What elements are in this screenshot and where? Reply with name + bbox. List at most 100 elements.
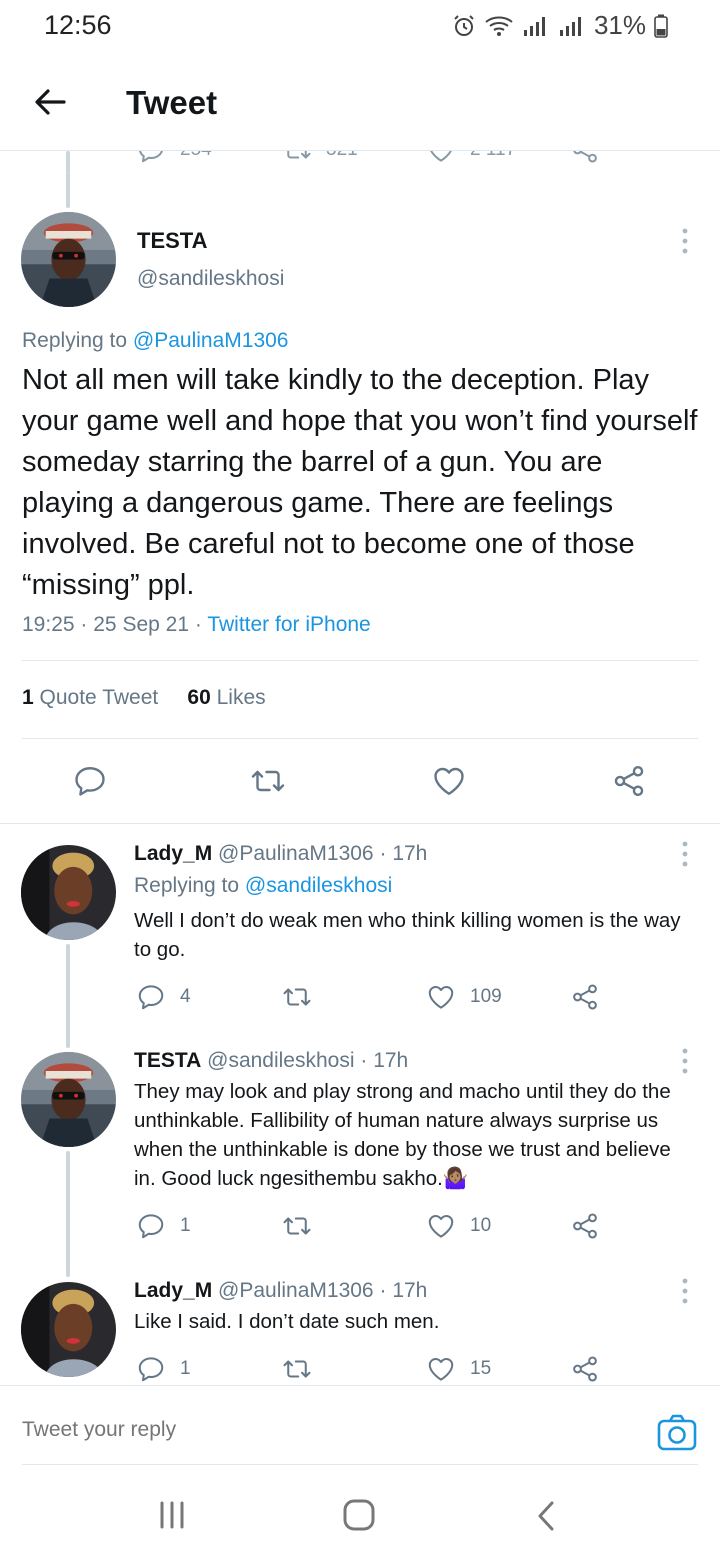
retweet-count: 321: [326, 151, 358, 161]
reply-count: 1: [180, 1215, 191, 1236]
reply-icon: [72, 763, 108, 799]
separator: ·: [379, 1279, 387, 1302]
reply-icon: [136, 1211, 166, 1241]
heart-icon: [431, 763, 467, 799]
reply-action[interactable]: 1: [136, 1354, 191, 1384]
share-action[interactable]: [570, 1354, 600, 1384]
share-button[interactable]: [611, 763, 647, 799]
like-action[interactable]: 15: [426, 1354, 491, 1384]
divider: [22, 738, 698, 739]
avatar-image: [21, 212, 116, 307]
avatar[interactable]: [21, 212, 116, 307]
avatar[interactable]: [21, 1282, 116, 1377]
author-name[interactable]: TESTA: [134, 1049, 201, 1072]
page-title: Tweet: [126, 84, 218, 121]
retweet-icon: [282, 151, 312, 165]
author-handle[interactable]: @sandileskhosi: [137, 267, 284, 291]
reply-age: 17h: [373, 1049, 409, 1072]
tweet-date: 25 Sep 21: [93, 613, 190, 636]
thread-line: [66, 172, 70, 208]
avatar[interactable]: [21, 845, 116, 940]
like-action[interactable]: 109: [426, 982, 502, 1012]
status-icons: 31%: [452, 10, 668, 41]
share-icon: [570, 1211, 600, 1241]
retweet-action[interactable]: [282, 1211, 312, 1241]
more-options-icon[interactable]: [680, 1276, 690, 1306]
likes-label: Likes: [216, 686, 266, 709]
camera-icon[interactable]: [656, 1412, 698, 1454]
reply-button[interactable]: [72, 763, 108, 799]
replying-label: Replying to: [22, 329, 133, 352]
reply-count: 1: [180, 1358, 191, 1379]
tweet-stats: 1 Quote Tweet 60 Likes: [22, 686, 266, 710]
back-nav-icon[interactable]: [535, 1500, 557, 1532]
reply-header: TESTA @sandileskhosi · 17h: [134, 1049, 408, 1073]
tweet-text: Not all men will take kindly to the dece…: [22, 364, 698, 601]
reply-age: 17h: [392, 842, 428, 865]
share-icon: [611, 763, 647, 799]
share-action[interactable]: [570, 151, 600, 165]
reply-icon: [136, 151, 166, 165]
avatar[interactable]: [21, 1052, 116, 1147]
more-options-icon[interactable]: [680, 226, 690, 256]
replying-label: Replying to: [134, 874, 245, 897]
share-action[interactable]: [570, 1211, 600, 1241]
author-name[interactable]: TESTA: [137, 228, 207, 254]
mention-link[interactable]: @sandileskhosi: [245, 874, 392, 897]
mention-link[interactable]: @PaulinaM1306: [133, 329, 289, 352]
like-count: 15: [470, 1358, 492, 1379]
author-handle[interactable]: @PaulinaM1306: [218, 842, 374, 865]
reply-text: Well I don’t do weak men who think killi…: [134, 909, 681, 961]
retweet-action[interactable]: [282, 1354, 312, 1384]
reply-input[interactable]: [22, 1418, 582, 1442]
author-name[interactable]: Lady_M: [134, 1279, 212, 1302]
like-action[interactable]: 2 117: [426, 151, 516, 165]
likes-count: 60: [187, 686, 211, 709]
divider: [22, 660, 698, 661]
like-count: 2 117: [470, 151, 516, 161]
reply-action[interactable]: 4: [136, 982, 191, 1012]
back-arrow-icon[interactable]: [30, 82, 70, 122]
signal-icon-2: [559, 16, 581, 36]
divider: [22, 1464, 698, 1465]
previous-tweet-actions: 254 321 2 117: [0, 151, 720, 173]
reply-age: 17h: [392, 1279, 428, 1302]
replying-to: Replying to @sandileskhosi: [134, 874, 392, 898]
reply-action[interactable]: 1: [136, 1211, 191, 1241]
more-options-icon[interactable]: [680, 839, 690, 869]
retweet-button[interactable]: [250, 763, 286, 799]
quote-label: Quote Tweet: [39, 686, 159, 709]
share-icon: [570, 1354, 600, 1384]
recent-apps-icon[interactable]: [158, 1500, 186, 1530]
retweet-action[interactable]: [282, 982, 312, 1012]
tweet-timestamp: 19:25 · 25 Sep 21 · Twitter for iPhone: [22, 613, 371, 637]
author-name[interactable]: Lady_M: [134, 842, 212, 865]
heart-icon: [426, 1354, 456, 1384]
like-count: 10: [470, 1215, 492, 1236]
tweet-time: 19:25: [22, 613, 75, 636]
battery-icon: [654, 14, 668, 38]
likes-link[interactable]: 60 Likes: [187, 686, 265, 709]
separator: ·: [360, 1049, 368, 1072]
home-icon[interactable]: [342, 1498, 376, 1532]
heart-icon: [426, 151, 456, 165]
reply-count: 4: [180, 986, 191, 1007]
more-options-icon[interactable]: [680, 1046, 690, 1076]
like-button[interactable]: [431, 763, 467, 799]
author-handle[interactable]: @sandileskhosi: [207, 1049, 354, 1072]
reply-header: Lady_M @PaulinaM1306 · 17h: [134, 1279, 427, 1303]
reply-text: They may look and play strong and macho …: [134, 1080, 671, 1190]
share-action[interactable]: [570, 982, 600, 1012]
retweet-icon: [250, 763, 286, 799]
retweet-action[interactable]: 321: [282, 151, 358, 165]
like-action[interactable]: 10: [426, 1211, 491, 1241]
quote-tweets-link[interactable]: 1 Quote Tweet: [22, 686, 158, 709]
reply-action[interactable]: 254: [136, 151, 212, 165]
thread-line: [66, 151, 70, 173]
reply-header: Lady_M @PaulinaM1306 · 17h: [134, 842, 427, 866]
retweet-icon: [282, 1211, 312, 1241]
separator: ·: [379, 842, 387, 865]
author-handle[interactable]: @PaulinaM1306: [218, 1279, 374, 1302]
tweet-source[interactable]: Twitter for iPhone: [207, 613, 370, 636]
replying-to: Replying to @PaulinaM1306: [22, 329, 289, 353]
